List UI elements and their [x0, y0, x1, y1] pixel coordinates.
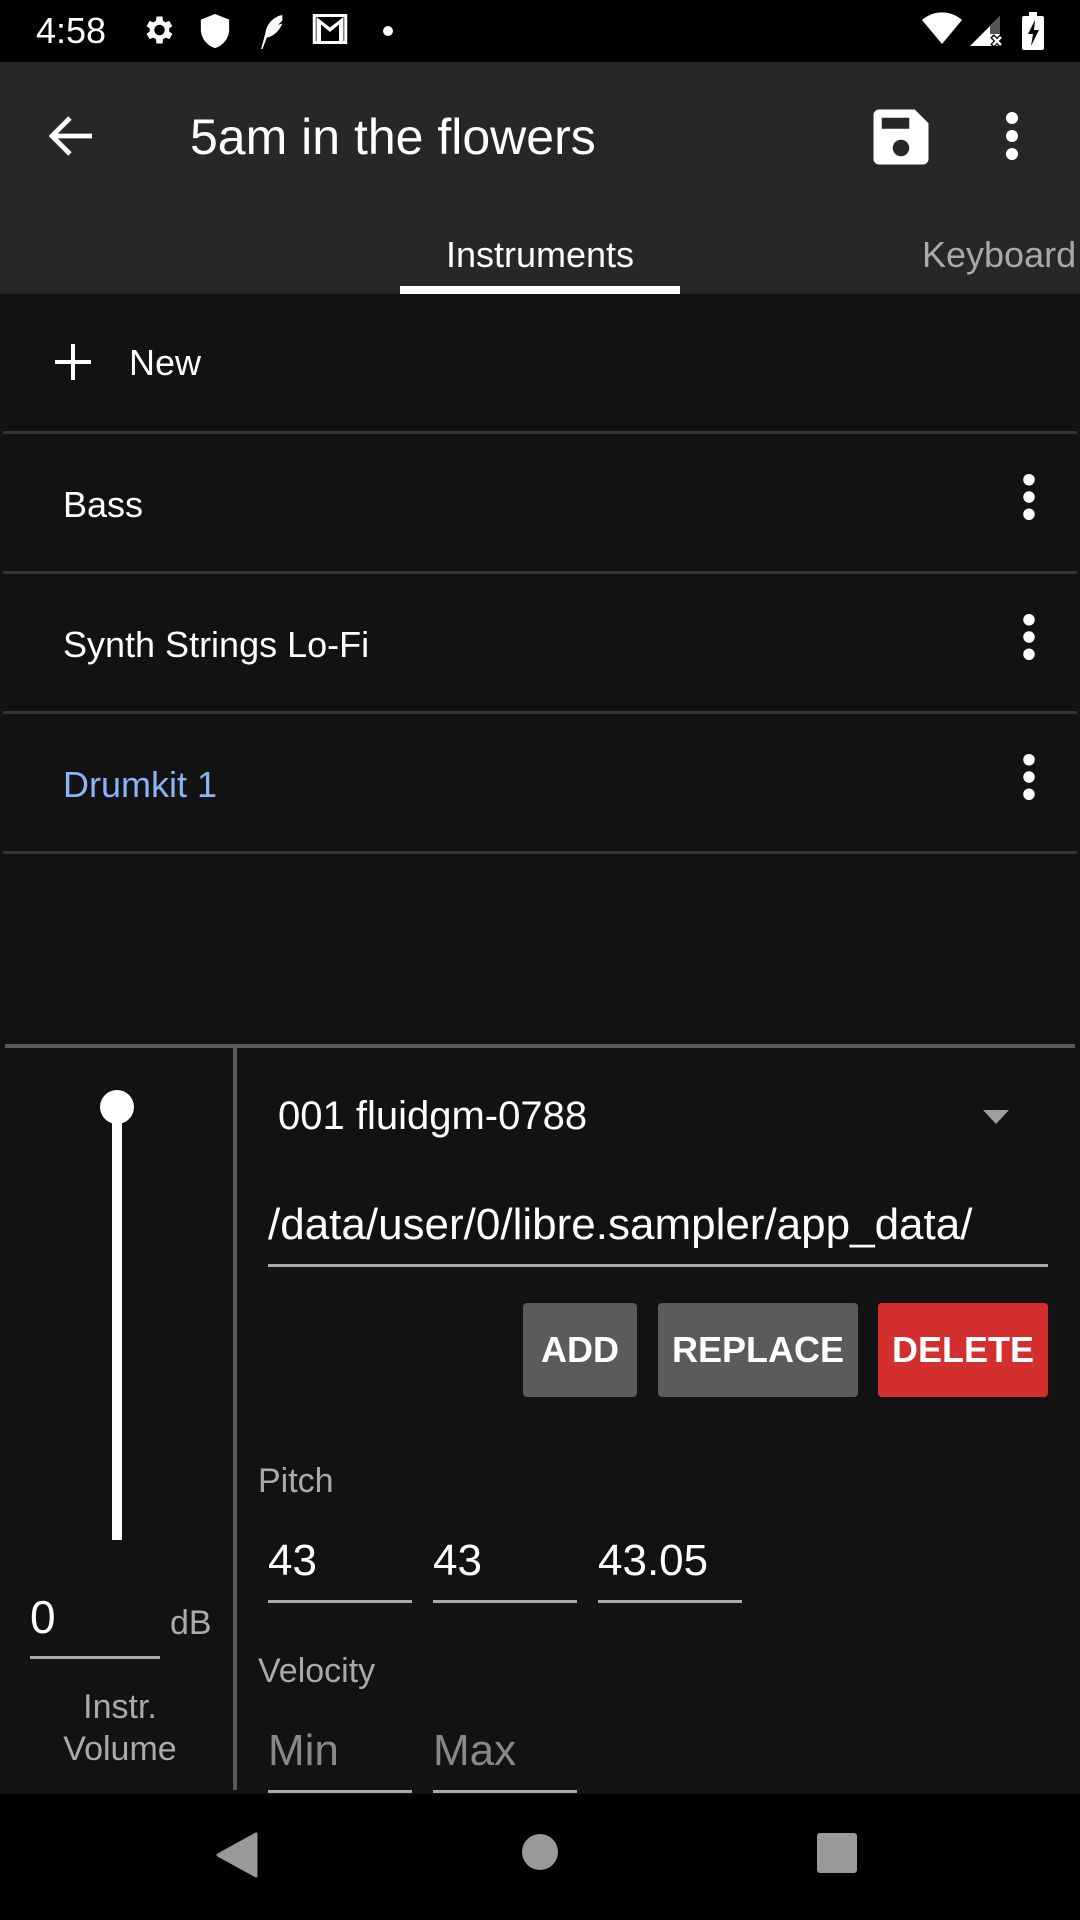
velocity-label: Velocity — [258, 1652, 376, 1690]
floppy-disk-icon[interactable] — [868, 104, 934, 170]
cell-signal-no-data-icon — [970, 16, 1004, 48]
volume-unit: dB — [170, 1604, 212, 1642]
nav-back-icon[interactable] — [216, 1832, 258, 1878]
delete-button[interactable]: DELETE — [878, 1303, 1048, 1397]
status-time: 4:58 — [36, 10, 107, 51]
instrument-list: New Bass Synth Strings Lo-Fi Drumkit 1 — [0, 294, 1080, 854]
list-item[interactable]: Synth Strings Lo-Fi — [3, 574, 1077, 714]
panel-divider[interactable] — [5, 1044, 1075, 1048]
replace-button[interactable]: REPLACE — [658, 1303, 858, 1397]
feather-icon — [261, 15, 283, 49]
instrument-name: Bass — [63, 484, 144, 525]
page-title: 5am in the flowers — [190, 109, 596, 165]
new-instrument-button[interactable]: New — [3, 294, 1077, 434]
nav-recents-icon[interactable] — [816, 1832, 858, 1874]
list-item-selected[interactable]: Drumkit 1 — [3, 714, 1077, 854]
dropdown-arrow-icon[interactable] — [983, 1110, 1009, 1124]
instrument-name: Drumkit 1 — [63, 764, 218, 805]
pitch-label: Pitch — [258, 1462, 334, 1500]
tab-indicator — [400, 286, 680, 294]
more-vertical-icon[interactable] — [1004, 112, 1020, 160]
plus-icon — [55, 344, 91, 380]
vertical-divider — [233, 1048, 237, 1790]
tab-keyboard[interactable]: Keyboard — [922, 234, 1076, 276]
add-button[interactable]: ADD — [523, 1303, 637, 1397]
wifi-icon — [922, 12, 962, 44]
pitch-input-2[interactable]: 43 — [433, 1536, 577, 1603]
pitch-input-1[interactable]: 43 — [268, 1536, 412, 1603]
gear-icon — [146, 16, 173, 44]
list-item[interactable]: Bass — [3, 434, 1077, 574]
velocity-min-input[interactable]: Min — [268, 1726, 412, 1793]
volume-slider-thumb[interactable] — [100, 1090, 134, 1124]
gmail-icon — [312, 14, 348, 44]
velocity-max-input[interactable]: Max — [433, 1726, 577, 1793]
volume-slider-track[interactable] — [112, 1108, 122, 1540]
nav-home-icon[interactable] — [520, 1832, 560, 1872]
shield-icon — [200, 14, 230, 48]
app-bar: 5am in the flowers — [0, 62, 1080, 210]
more-vertical-icon[interactable] — [1021, 474, 1037, 520]
status-bar: 4:58 — [0, 0, 1080, 62]
volume-label: Instr. Volume — [63, 1688, 177, 1768]
instrument-name: Synth Strings Lo-Fi — [63, 624, 370, 665]
new-label: New — [129, 342, 202, 383]
more-vertical-icon[interactable] — [1021, 754, 1037, 800]
more-vertical-icon[interactable] — [1021, 614, 1037, 660]
tab-bar: Instruments Keyboard — [0, 210, 1080, 294]
pitch-input-3[interactable]: 43.05 — [598, 1536, 742, 1603]
sample-path-input[interactable]: /data/user/0/libre.sampler/app_data/ — [268, 1200, 1048, 1267]
tab-instruments[interactable]: Instruments — [400, 234, 680, 276]
system-nav-bar — [0, 1794, 1080, 1920]
volume-input[interactable]: 0 — [30, 1590, 160, 1659]
battery-charging-icon — [1022, 12, 1044, 50]
sample-select[interactable]: 001 fluidgm-0788 — [278, 1094, 587, 1139]
notification-dot-icon — [383, 26, 393, 36]
arrow-left-icon[interactable] — [48, 114, 96, 158]
